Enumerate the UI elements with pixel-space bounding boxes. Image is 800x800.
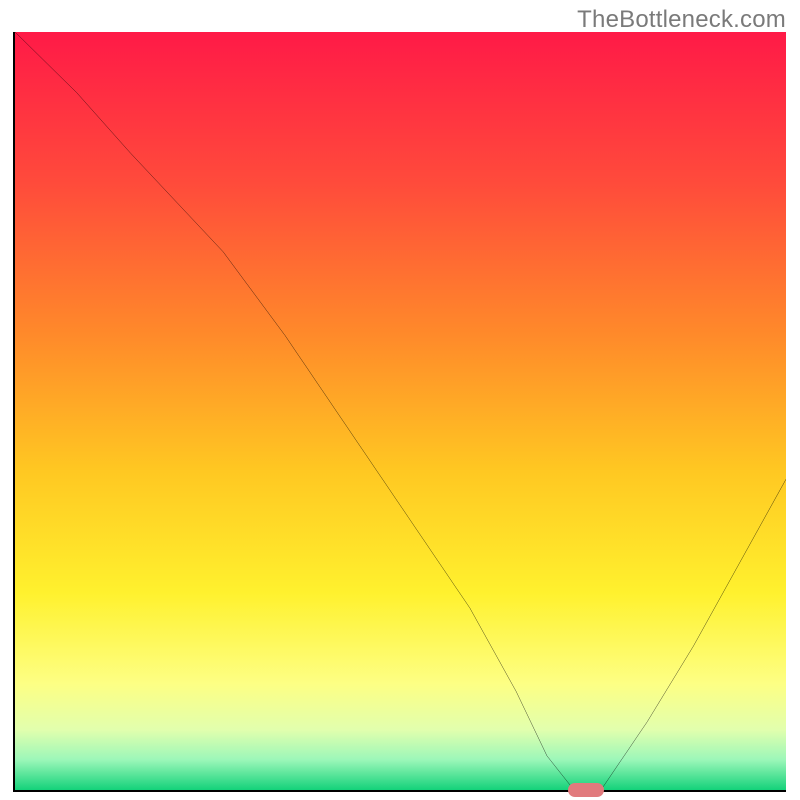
background-gradient [15,32,786,790]
watermark-text: TheBottleneck.com [577,6,786,34]
plot-area [13,32,786,792]
chart-container: TheBottleneck.com [0,0,800,800]
optimal-point-marker [568,783,604,797]
